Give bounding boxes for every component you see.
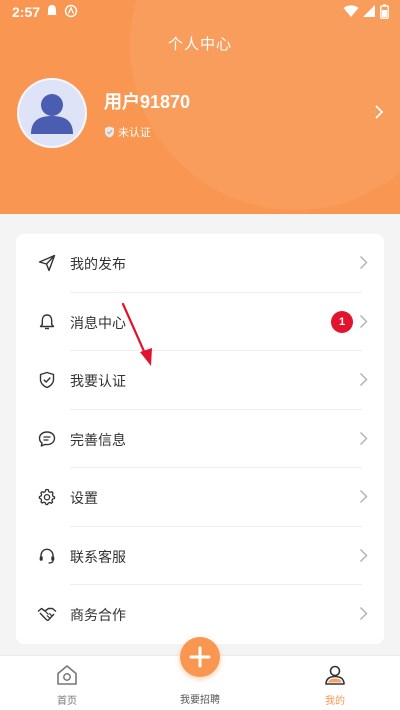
bell-icon <box>39 313 55 329</box>
tab-mine-label: 我的 <box>325 696 345 707</box>
chevron-right-icon <box>359 606 368 621</box>
verify-status[interactable]: 未认证 <box>104 124 151 140</box>
menu-item-label: 联系客服 <box>70 549 126 566</box>
tab-mine[interactable]: 我的 <box>285 656 385 710</box>
status-bar: 2:57 <box>0 0 400 24</box>
paper-plane-icon <box>38 254 56 272</box>
app-status-icon <box>64 4 78 18</box>
menu-item-label: 设置 <box>70 491 98 507</box>
user-profile-icon <box>325 665 345 685</box>
page-title: 个人中心 <box>167 35 232 53</box>
menu-item-label: 完善信息 <box>70 432 126 449</box>
battery-icon <box>380 4 389 19</box>
menu-item-complete-info[interactable]: 完善信息 <box>16 410 384 468</box>
menu-item-customer-service[interactable]: 联系客服 <box>16 527 384 585</box>
menu-item-settings[interactable]: 设置 <box>16 468 384 527</box>
username: 用户91870 <box>104 92 191 112</box>
profile-chevron-right-icon[interactable] <box>374 104 384 120</box>
tab-home-label: 首页 <box>57 696 77 707</box>
verify-status-label: 未认证 <box>118 126 151 139</box>
headset-icon <box>39 548 55 564</box>
handshake-icon <box>37 607 57 621</box>
post-job-label: 我要招聘 <box>180 695 220 706</box>
unread-count-badge: 1 <box>331 310 353 333</box>
menu-item-label: 我的发布 <box>70 257 126 273</box>
chevron-right-icon <box>359 255 368 270</box>
post-job-button[interactable] <box>180 637 220 677</box>
chevron-right-icon <box>359 489 368 504</box>
tab-home[interactable]: 首页 <box>17 656 117 710</box>
chevron-right-icon <box>359 372 368 387</box>
chat-bubble-icon <box>38 430 56 447</box>
gear-icon <box>38 488 56 506</box>
signal-icon <box>363 5 375 17</box>
notification-icon <box>47 5 57 15</box>
status-time: 2:57 <box>12 4 41 20</box>
menu-item-label: 我要认证 <box>70 374 126 390</box>
chevron-right-icon <box>359 431 368 445</box>
wifi-icon <box>343 5 359 17</box>
shield-check-icon <box>39 371 55 389</box>
user-avatar-icon <box>31 94 73 134</box>
menu-item-my-posts[interactable]: 我的发布 <box>16 234 384 293</box>
home-icon <box>57 665 77 685</box>
menu-item-verify[interactable]: 我要认证 <box>16 351 384 410</box>
menu-item-label: 商务合作 <box>70 608 126 624</box>
menu-item-message-center[interactable]: 消息中心 1 <box>16 293 384 351</box>
annotation-arrow-icon <box>121 302 152 366</box>
shield-icon <box>105 126 114 138</box>
avatar[interactable] <box>17 78 87 148</box>
chevron-right-icon <box>359 548 368 562</box>
menu-card: 我的发布 消息中心 1 我要认证 完善信息 设置 联系客服 商务合作 <box>16 234 384 644</box>
chevron-right-icon <box>359 314 368 328</box>
profile-header: 2:57 个人中心 用户91870 未认证 <box>0 0 400 214</box>
menu-item-business-cooperation[interactable]: 商务合作 <box>16 585 384 644</box>
plus-icon <box>189 646 211 668</box>
